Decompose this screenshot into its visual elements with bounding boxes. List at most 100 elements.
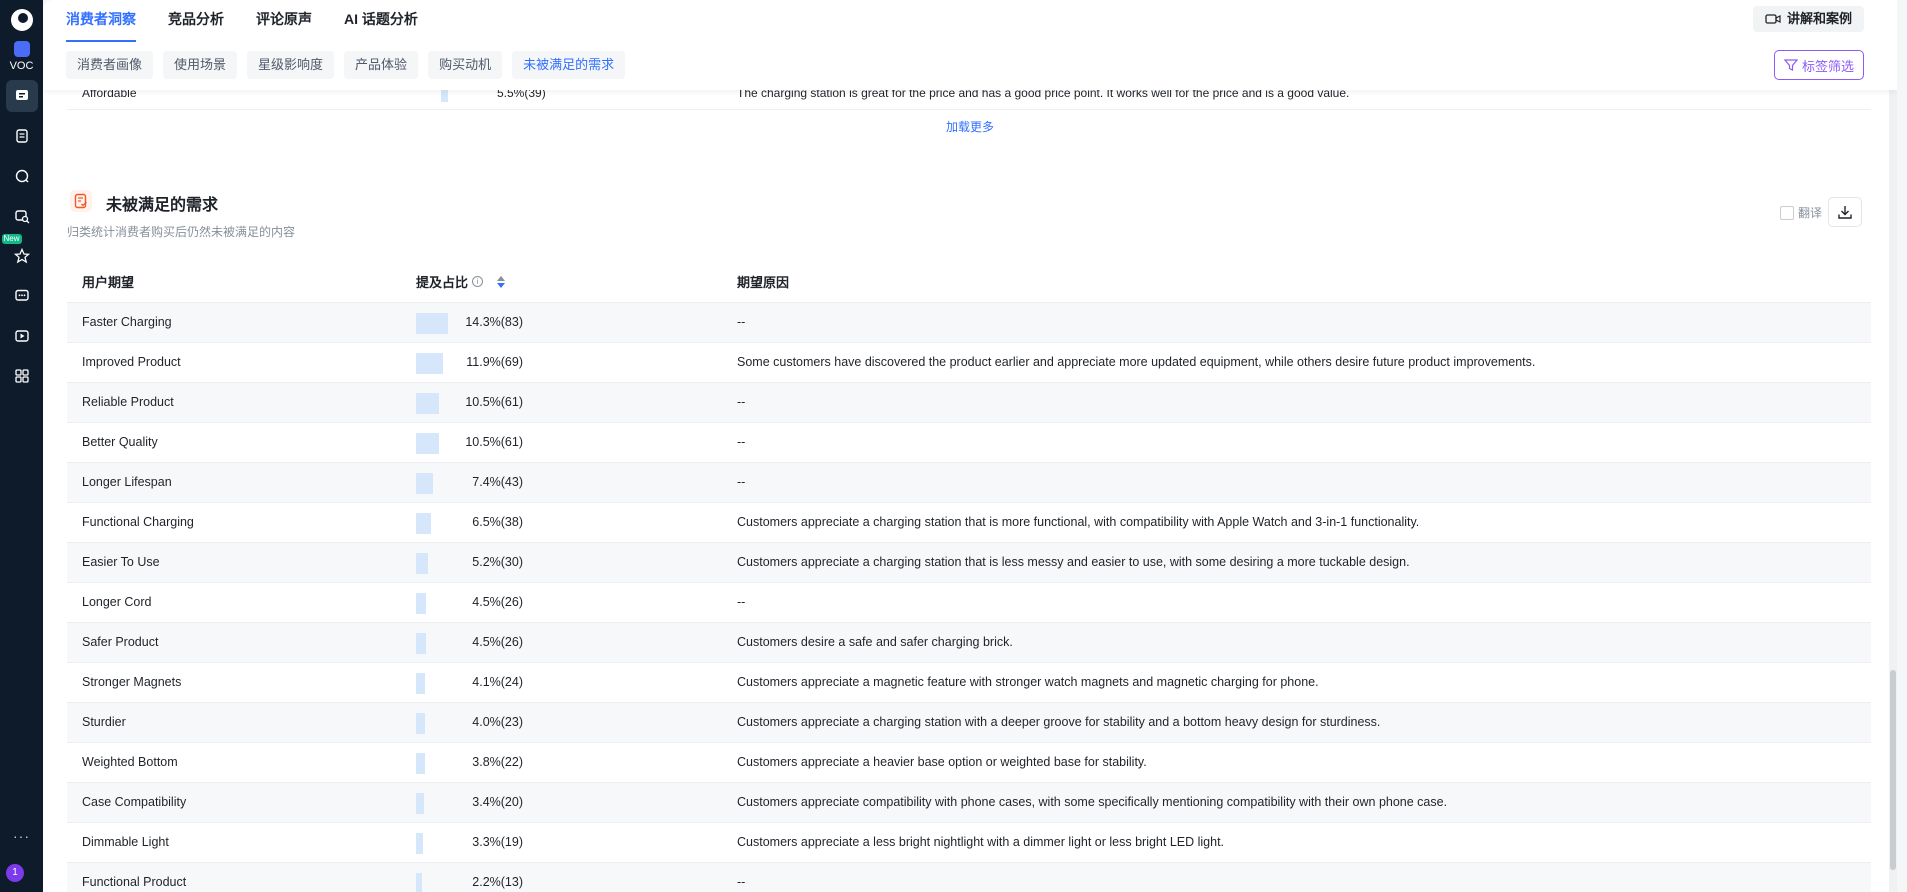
row-mention-ratio: 10.5%(61) [465, 435, 523, 449]
subtab-star-impact[interactable]: 星级影响度 [247, 51, 335, 79]
sidebar-item-document[interactable] [6, 120, 38, 152]
column-header-user-expectation: 用户期望 [82, 275, 135, 290]
row-reason: Customers appreciate a heavier base opti… [737, 755, 1147, 769]
row-mention-ratio: 4.1%(24) [472, 675, 523, 689]
chat-bubble-icon [15, 90, 28, 100]
subtab-usage-scenario[interactable]: 使用场景 [163, 51, 238, 79]
info-icon[interactable]: i [472, 276, 484, 287]
unmet-needs-table: 用户期望 提及占比 i 期望原因 Faster Charging 14.3%(83… [67, 259, 1871, 892]
row-mention-ratio: 4.5%(26) [472, 635, 523, 649]
filter-button-label: 标签筛选 [1801, 58, 1854, 74]
row-expectation: Case Compatibility [82, 795, 187, 809]
row-reason: -- [737, 435, 746, 449]
image-search-icon [14, 210, 29, 224]
subtab-consumer-profile[interactable]: 消费者画像 [66, 51, 154, 79]
row-reason: Some customers have discovered the produ… [737, 355, 1536, 369]
sidebar-item-apps[interactable] [6, 360, 38, 392]
row-reason: Customers desire a safe and safer chargi… [737, 635, 1013, 649]
app-logo-icon[interactable] [10, 9, 33, 31]
table-row: Easier To Use 5.2%(30) Customers appreciat… [67, 543, 1871, 583]
table-row: Safer Product 4.5%(26) Customers desire a … [67, 623, 1871, 663]
table-row: Case Compatibility 3.4%(20) Customers appr… [67, 783, 1871, 823]
explain-button-label: 讲解和案例 [1786, 11, 1852, 26]
row-expectation: Longer Lifespan [82, 475, 172, 489]
load-more-link[interactable]: 加载更多 [43, 118, 1897, 135]
sidebar-item-chat[interactable] [5, 80, 38, 112]
row-expectation: Functional Product [82, 875, 187, 889]
column-header-reason: 期望原因 [737, 275, 790, 290]
column-header-mention-ratio: 提及占比 i [416, 272, 506, 291]
row-expectation: Better Quality [82, 435, 158, 449]
row-mention-ratio: 3.4%(20) [472, 795, 523, 809]
row-mention-ratio: 7.4%(43) [472, 475, 523, 489]
main-panel: 消费者洞察 竞品分析 评论原声 AI 话题分析 讲解和案例 消费者画像 使用场景… [43, 0, 1897, 892]
subtab-product-experience[interactable]: 产品体验 [344, 51, 419, 79]
sub-tabs: 消费者画像 使用场景 星级影响度 产品体验 购买动机 未被满足的需求 [66, 51, 635, 79]
row-reason: Customers appreciate a magnetic feature … [737, 675, 1319, 689]
subtab-unmet-needs[interactable]: 未被满足的需求 [512, 51, 626, 79]
row-expectation: Safer Product [82, 635, 159, 649]
sidebar-item-image-search[interactable] [6, 200, 38, 232]
sidebar-item-message[interactable] [6, 280, 38, 312]
row-reason: -- [737, 595, 746, 609]
checklist-icon [74, 193, 87, 209]
row-mention-ratio: 5.2%(30) [472, 555, 523, 569]
scrollbar-thumb[interactable] [1890, 670, 1896, 870]
row-expectation: Improved Product [82, 355, 181, 369]
table-header: 用户期望 提及占比 i 期望原因 [67, 259, 1871, 303]
row-expectation: Stronger Magnets [82, 675, 182, 689]
more-icon[interactable]: ··· [0, 828, 43, 844]
row-reason: -- [737, 875, 746, 889]
section-title: 未被满足的需求 [106, 197, 219, 214]
translate-toggle[interactable]: 翻译 [1779, 204, 1822, 221]
translate-checkbox[interactable] [1779, 205, 1794, 220]
row-mention-ratio: 10.5%(61) [465, 395, 523, 409]
row-reason: -- [737, 395, 746, 409]
search-chat-icon [15, 169, 28, 183]
row-expectation: Easier To Use [82, 555, 160, 569]
row-mention-ratio: 4.5%(26) [472, 595, 523, 609]
download-button[interactable] [1828, 197, 1862, 227]
star-icon [13, 248, 30, 264]
tab-competitor-analysis[interactable]: 竞品分析 [168, 0, 224, 40]
explain-and-cases-button[interactable]: 讲解和案例 [1752, 6, 1864, 32]
row-mention-ratio: 6.5%(38) [472, 515, 523, 529]
row-expectation: Functional Charging [82, 515, 194, 529]
row-expectation: Weighted Bottom [82, 755, 178, 769]
table-row: Functional Product 2.2%(13) -- [67, 863, 1871, 892]
sort-icon[interactable] [497, 275, 506, 288]
row-reason: Customers appreciate compatibility with … [737, 795, 1448, 809]
left-sidebar: VOC New ··· 1 [0, 0, 43, 892]
tag-filter-button[interactable]: 标签筛选 [1773, 50, 1864, 80]
message-icon [14, 289, 29, 301]
table-row: Functional Charging 6.5%(38) Customers app… [67, 503, 1871, 543]
row-expectation: Longer Cord [82, 595, 152, 609]
tab-ai-topic-analysis[interactable]: AI 话题分析 [344, 0, 418, 40]
mention-ratio-label: 提及占比 [416, 275, 469, 290]
tab-review-voice[interactable]: 评论原声 [256, 0, 312, 40]
subtab-purchase-motivation[interactable]: 购买动机 [428, 51, 503, 79]
voc-icon [13, 41, 30, 57]
translate-label: 翻译 [1797, 206, 1822, 220]
scrollbar[interactable] [1889, 0, 1897, 892]
table-row: Improved Product 11.9%(69) Some customers … [67, 343, 1871, 383]
new-badge: New [1, 234, 22, 244]
table-row: Sturdier 4.0%(23) Customers appreciate a c… [67, 703, 1871, 743]
row-mention-ratio: 11.9%(69) [466, 355, 523, 369]
voc-nav[interactable]: VOC [9, 41, 34, 72]
avatar[interactable]: 1 [6, 864, 24, 882]
row-mention-ratio: 4.0%(23) [472, 715, 523, 729]
unmet-needs-icon [70, 190, 92, 212]
sidebar-item-search-chat[interactable] [6, 160, 38, 192]
sidebar-item-video[interactable] [6, 320, 38, 352]
table-row: Dimmable Light 3.3%(19) Customers apprecia… [67, 823, 1871, 863]
table-row: Longer Lifespan 7.4%(43) -- [67, 463, 1871, 503]
row-mention-ratio: 3.8%(22) [472, 755, 523, 769]
sidebar-item-star[interactable]: New [1, 234, 38, 272]
row-reason: Customers appreciate a charging station … [737, 555, 1410, 569]
document-icon [15, 129, 28, 143]
tab-consumer-insight[interactable]: 消费者洞察 [66, 0, 136, 42]
voc-label: VOC [9, 60, 34, 72]
row-expectation: Faster Charging [82, 315, 172, 329]
table-row: Stronger Magnets 4.1%(24) Customers apprec… [67, 663, 1871, 703]
